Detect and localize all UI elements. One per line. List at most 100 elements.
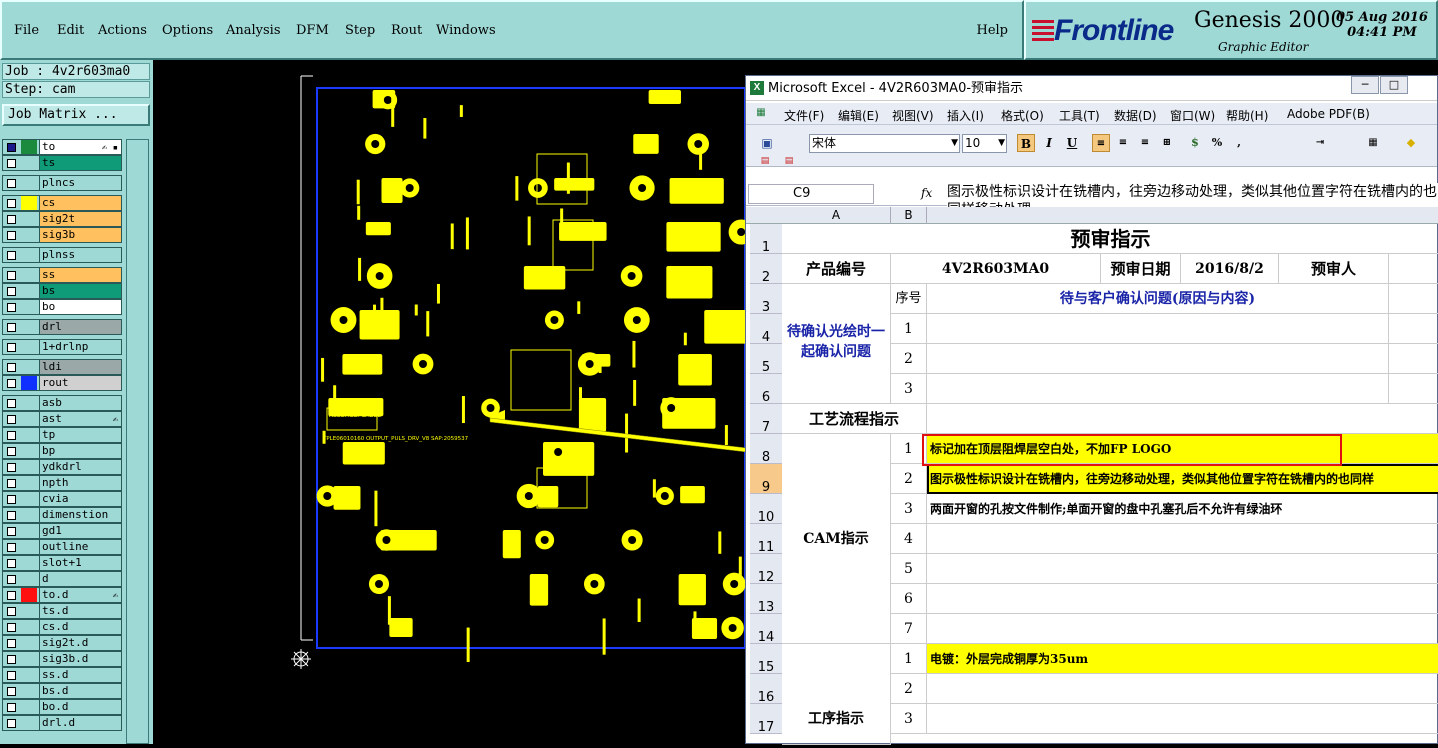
save-icon[interactable]: ▣ (758, 134, 776, 152)
currency-icon[interactable]: $ (1186, 134, 1204, 152)
fill-color-icon[interactable]: ◆ (1402, 134, 1420, 152)
fx-icon[interactable]: fx (921, 186, 932, 200)
row-header[interactable]: 1 (750, 224, 782, 255)
layer-checkbox[interactable] (7, 655, 16, 664)
xl-menu-window[interactable]: 窗口(W) (1170, 107, 1215, 124)
xl-menu-insert[interactable]: 插入(I) (947, 107, 984, 124)
cam-instruction-cell[interactable] (927, 524, 1438, 554)
layer-row[interactable]: ts (2, 155, 122, 171)
layer-row[interactable]: to ✍ ▪ (2, 139, 122, 155)
layer-color-swatch[interactable] (21, 140, 37, 154)
layer-row[interactable]: ts.d (2, 603, 122, 619)
empty-cell[interactable] (1389, 314, 1438, 344)
layer-row[interactable]: sig2t (2, 211, 122, 227)
layer-color-swatch[interactable] (21, 684, 37, 698)
reviewer-label[interactable]: 预审人 (1279, 254, 1389, 284)
layer-color-swatch[interactable] (21, 228, 37, 242)
procedure-instruction-cell[interactable] (927, 674, 1438, 704)
row-header[interactable]: 8 (750, 434, 782, 465)
seq-cell[interactable]: 3 (891, 494, 927, 524)
cam-instruction-cell[interactable] (927, 584, 1438, 614)
question-cell[interactable] (927, 374, 1389, 404)
layer-color-swatch[interactable] (21, 588, 37, 602)
empty-cell[interactable] (1389, 374, 1438, 404)
layer-checkbox[interactable] (7, 559, 16, 568)
row-header[interactable]: 9 (750, 464, 782, 495)
row-header[interactable]: 15 (750, 644, 782, 675)
process-cell[interactable] (927, 404, 1438, 434)
job-matrix-button[interactable]: Job Matrix ... (2, 104, 150, 126)
row-header[interactable]: 16 (750, 674, 782, 705)
layer-checkbox[interactable] (7, 251, 16, 260)
xl-menu-format[interactable]: 格式(O) (1001, 107, 1044, 124)
seq-cell[interactable]: 6 (891, 584, 927, 614)
question-header[interactable]: 待与客户确认问题(原因与内容) (927, 284, 1389, 314)
spreadsheet-grid[interactable]: A B 1 2 3 4 5 6 7 8 9 10 11 12 13 14 15 16 17 预审指示 产品编号 4V2… (746, 207, 1438, 745)
seq-header[interactable]: 序号 (891, 284, 927, 314)
layer-row[interactable]: rout (2, 375, 122, 391)
menu-analysis[interactable]: Analysis (226, 23, 281, 38)
layer-color-swatch[interactable] (21, 376, 37, 390)
layer-color-swatch[interactable] (21, 444, 37, 458)
xl-menu-view[interactable]: 视图(V) (892, 107, 934, 124)
layer-checkbox[interactable] (7, 215, 16, 224)
layer-row[interactable]: ss (2, 267, 122, 283)
minimize-button[interactable]: ─ (1351, 76, 1379, 94)
xl-menu-pdf[interactable]: Adobe PDF(B) (1287, 107, 1370, 121)
seq-cell[interactable]: 1 (891, 644, 927, 674)
merge-cells-icon[interactable]: ⊞ (1158, 134, 1176, 152)
layer-color-swatch[interactable] (21, 652, 37, 666)
menu-step[interactable]: Step (345, 23, 375, 38)
row-header[interactable]: 4 (750, 314, 782, 345)
row-header[interactable]: 13 (750, 584, 782, 615)
seq-cell[interactable]: 2 (891, 344, 927, 374)
layer-row[interactable]: plncs (2, 175, 122, 191)
layer-checkbox[interactable] (7, 415, 16, 424)
layer-row[interactable]: ldi (2, 359, 122, 375)
question-cell[interactable] (927, 344, 1389, 374)
layer-checkbox[interactable] (7, 363, 16, 372)
layer-checkbox[interactable] (7, 591, 16, 600)
layer-row[interactable]: tp (2, 427, 122, 443)
layer-color-swatch[interactable] (21, 540, 37, 554)
layer-checkbox[interactable] (7, 303, 16, 312)
product-no-label[interactable]: 产品编号 (782, 254, 891, 284)
row-header[interactable]: 5 (750, 344, 782, 375)
menu-file[interactable]: File (14, 23, 39, 38)
font-select[interactable]: 宋体 ▼ (809, 134, 960, 153)
row-header[interactable]: 10 (750, 494, 782, 525)
layer-color-swatch[interactable] (21, 212, 37, 226)
layer-checkbox[interactable] (7, 607, 16, 616)
layer-checkbox[interactable] (7, 231, 16, 240)
procedure-instruction-cell[interactable]: 电镀：外层完成铜厚为35um (927, 644, 1438, 674)
row-header[interactable]: 17 (750, 704, 782, 735)
layer-color-swatch[interactable] (21, 284, 37, 298)
layer-checkbox[interactable] (7, 447, 16, 456)
xl-menu-data[interactable]: 数据(D) (1114, 107, 1157, 124)
process-label[interactable]: 工艺流程指示 (782, 404, 927, 434)
layer-row[interactable]: asb (2, 395, 122, 411)
layer-color-swatch[interactable] (21, 396, 37, 410)
align-center-icon[interactable]: ≡ (1114, 134, 1132, 152)
name-box[interactable]: C9 (748, 184, 874, 204)
layer-checkbox[interactable] (7, 479, 16, 488)
layer-row[interactable]: ss.d (2, 667, 122, 683)
review-date-label[interactable]: 预审日期 (1101, 254, 1181, 284)
comma-icon[interactable]: , (1230, 134, 1248, 152)
confirm-label[interactable]: 待确认光绘时一起确认问题 (782, 284, 891, 404)
row-header[interactable]: 2 (750, 254, 782, 285)
layer-row[interactable]: cs.d (2, 619, 122, 635)
layer-checkbox[interactable] (7, 379, 16, 388)
italic-button[interactable]: I (1040, 134, 1058, 152)
seq-cell[interactable]: 7 (891, 614, 927, 644)
cam-instruction-cell[interactable] (927, 614, 1438, 644)
layer-row[interactable]: 1+drlnp (2, 339, 122, 355)
layer-checkbox[interactable] (7, 159, 16, 168)
layer-color-swatch[interactable] (21, 492, 37, 506)
layer-color-swatch[interactable] (21, 668, 37, 682)
layer-color-swatch[interactable] (21, 476, 37, 490)
layer-row[interactable]: sig3b.d (2, 651, 122, 667)
layer-color-swatch[interactable] (21, 524, 37, 538)
layer-row[interactable]: bo (2, 299, 122, 315)
layer-color-swatch[interactable] (21, 360, 37, 374)
